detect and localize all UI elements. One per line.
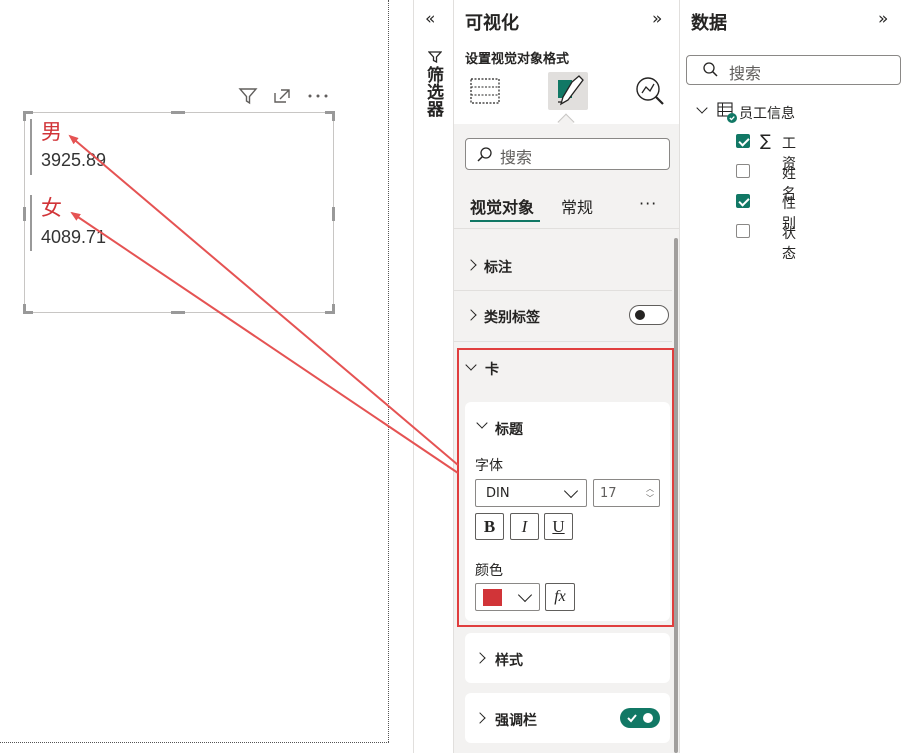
section-card-label[interactable]: 卡 bbox=[485, 359, 499, 379]
italic-button[interactable]: I bbox=[510, 513, 539, 540]
table-name: 员工信息 bbox=[739, 106, 795, 122]
collapse-right-icon[interactable]: » bbox=[652, 9, 662, 29]
data-pane: 数据 » 搜索 员工信息 ∑ 工资 姓名 性别 状态 bbox=[679, 0, 905, 753]
card-accent-bar bbox=[30, 195, 32, 251]
card-category-label: 女 bbox=[41, 196, 62, 220]
viz-pane-title: 可视化 bbox=[465, 13, 519, 34]
chevron-right-icon bbox=[465, 259, 477, 271]
section-category-label[interactable]: 类别标签 bbox=[454, 291, 672, 341]
funnel-icon bbox=[427, 48, 443, 67]
font-size-value: 17 bbox=[600, 486, 617, 501]
category-label-toggle[interactable] bbox=[629, 305, 669, 325]
font-label: 字体 bbox=[475, 458, 503, 474]
subsection-title: 标题 字体 DIN 17 ︿ ﹀ B I U 颜色 fx bbox=[465, 402, 670, 621]
subsection-style[interactable]: 样式 bbox=[465, 633, 670, 683]
tab-general[interactable]: 常规 bbox=[561, 194, 593, 218]
resize-handle[interactable] bbox=[171, 311, 185, 314]
filter-icon[interactable] bbox=[238, 87, 258, 105]
search-placeholder: 搜索 bbox=[500, 148, 533, 167]
chevron-down-icon bbox=[563, 483, 579, 499]
card-accent-bar bbox=[30, 119, 32, 175]
page-boundary bbox=[0, 742, 389, 743]
font-size-stepper[interactable]: 17 ︿ ﹀ bbox=[593, 479, 660, 507]
field-checkbox[interactable] bbox=[736, 194, 750, 208]
chevron-right-icon bbox=[474, 652, 486, 664]
field-checkbox[interactable] bbox=[736, 164, 750, 178]
subsection-label: 强调栏 bbox=[495, 713, 537, 729]
accent-bar-toggle[interactable] bbox=[620, 708, 660, 728]
underline-button[interactable]: U bbox=[544, 513, 573, 540]
table-icon bbox=[717, 102, 737, 123]
build-visual-icon[interactable] bbox=[469, 76, 501, 106]
field-checkbox[interactable] bbox=[736, 224, 750, 238]
tab-visual[interactable]: 视觉对象 bbox=[470, 194, 534, 218]
more-options-icon[interactable] bbox=[306, 87, 330, 105]
divider bbox=[454, 228, 680, 229]
viz-pane-subtitle: 设置视觉对象格式 bbox=[465, 52, 570, 67]
collapse-left-icon[interactable]: « bbox=[425, 9, 435, 29]
chevron-down-icon[interactable] bbox=[696, 102, 708, 114]
resize-handle[interactable] bbox=[23, 111, 26, 121]
chevron-down-icon[interactable] bbox=[476, 417, 488, 429]
report-canvas[interactable]: 男 3925.89 女 4089.71 bbox=[0, 0, 412, 753]
sigma-icon: ∑ bbox=[760, 131, 771, 150]
search-icon bbox=[703, 62, 718, 77]
subsection-label[interactable]: 标题 bbox=[495, 419, 523, 439]
data-search-input[interactable]: 搜索 bbox=[686, 55, 901, 85]
chevron-right-icon bbox=[474, 712, 486, 724]
analytics-icon[interactable] bbox=[634, 75, 666, 107]
font-family-value: DIN bbox=[486, 486, 510, 501]
resize-handle[interactable] bbox=[23, 304, 26, 314]
collapse-right-icon[interactable]: » bbox=[878, 9, 888, 29]
format-visual-tab[interactable] bbox=[548, 72, 588, 110]
field-label: 状态 bbox=[782, 226, 796, 262]
more-options-icon[interactable]: ··· bbox=[639, 194, 657, 213]
tab-underline bbox=[470, 220, 540, 222]
resize-handle[interactable] bbox=[23, 207, 26, 221]
focus-mode-icon[interactable] bbox=[272, 87, 292, 105]
scrollbar[interactable] bbox=[674, 238, 678, 753]
resize-handle[interactable] bbox=[332, 304, 335, 314]
resize-handle[interactable] bbox=[332, 111, 335, 121]
filters-label[interactable]: 筛选器 bbox=[423, 66, 443, 117]
resize-handle[interactable] bbox=[332, 207, 335, 221]
conditional-format-button[interactable]: fx bbox=[545, 583, 575, 611]
format-buttons: B I U bbox=[475, 513, 595, 541]
filters-pane-collapsed[interactable]: « 筛选器 bbox=[413, 0, 453, 753]
section-label: 标注 bbox=[484, 260, 512, 276]
font-family-dropdown[interactable]: DIN bbox=[475, 479, 587, 507]
card-value: 4089.71 bbox=[41, 227, 107, 247]
color-label: 颜色 bbox=[475, 563, 503, 579]
data-pane-title: 数据 bbox=[691, 13, 727, 34]
color-picker[interactable] bbox=[475, 583, 540, 611]
divider bbox=[454, 341, 672, 342]
stepper-down-icon[interactable]: ﹀ bbox=[646, 493, 654, 504]
table-row[interactable]: 员工信息 bbox=[696, 101, 896, 123]
card-value: 3925.89 bbox=[41, 150, 107, 170]
chevron-down-icon bbox=[517, 587, 533, 603]
section-label: 类别标签 bbox=[484, 310, 540, 326]
search-icon bbox=[477, 147, 492, 162]
field-checkbox[interactable] bbox=[736, 134, 750, 148]
subsection-accent-bar[interactable]: 强调栏 bbox=[465, 693, 670, 743]
card-category-label: 男 bbox=[41, 120, 62, 144]
chevron-right-icon bbox=[465, 309, 477, 321]
bold-button[interactable]: B bbox=[475, 513, 504, 540]
color-swatch bbox=[483, 589, 502, 606]
resize-handle[interactable] bbox=[171, 111, 185, 114]
section-callout[interactable]: 标注 bbox=[454, 240, 672, 290]
search-placeholder: 搜索 bbox=[729, 64, 762, 83]
page-boundary bbox=[388, 0, 389, 742]
multi-row-card-visual[interactable]: 男 3925.89 女 4089.71 bbox=[23, 111, 335, 314]
viz-search-input[interactable]: 搜索 bbox=[465, 138, 670, 170]
visualizations-pane: 可视化 » 设置视觉对象格式 搜索 视觉对象 常规 ··· 标注 类别标签 卡 bbox=[453, 0, 680, 753]
subsection-label: 样式 bbox=[495, 653, 523, 669]
